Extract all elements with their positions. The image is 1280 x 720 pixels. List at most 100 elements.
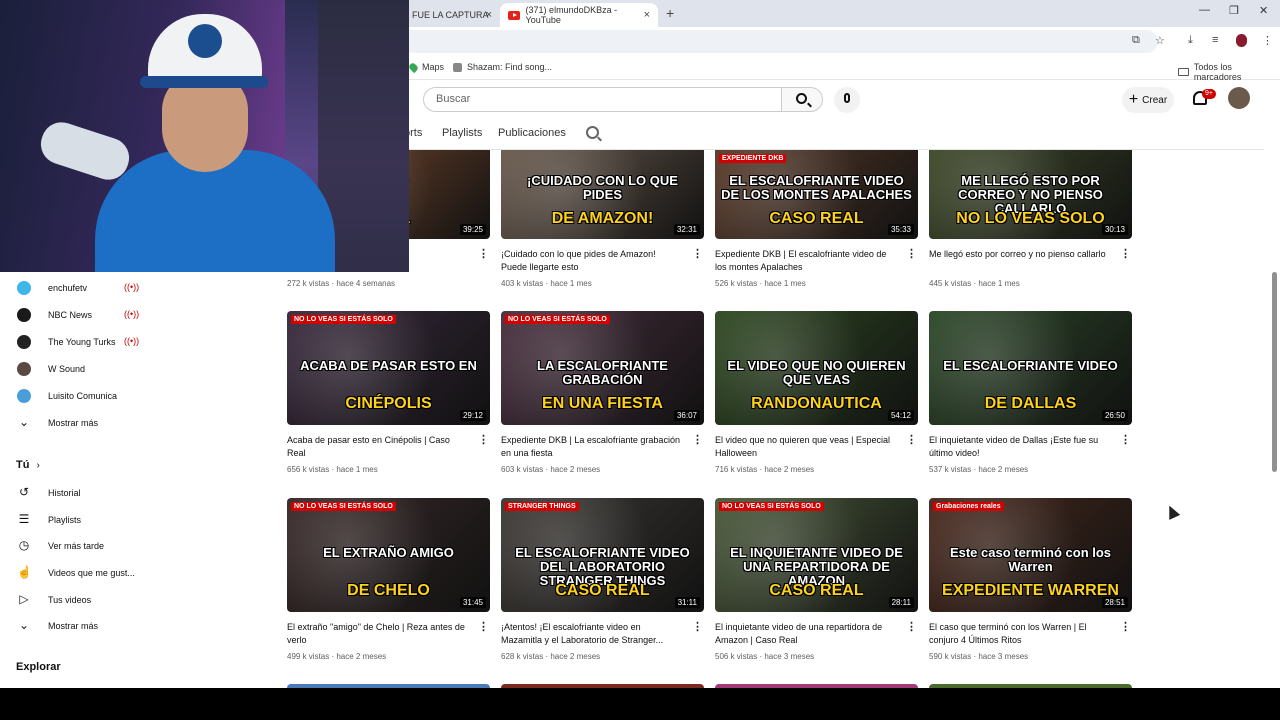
menu-icon[interactable]: ⋮ — [1262, 34, 1273, 47]
more-options-icon[interactable]: ⋮ — [1120, 435, 1131, 446]
minimize-button[interactable]: — — [1199, 4, 1210, 16]
video-meta: 537 k vistas · hace 2 meses — [929, 465, 1029, 474]
subscription-w-sound[interactable]: W Sound — [0, 358, 150, 382]
sidebar-item-your-videos[interactable]: ▷ Tus videos — [0, 589, 150, 613]
video-meta: 499 k vistas · hace 2 meses — [287, 652, 387, 661]
create-button[interactable]: + Crear — [1122, 87, 1174, 113]
media-controls-icon[interactable]: ≡ — [1212, 34, 1218, 46]
video-title[interactable]: El extraño "amigo" de Chelo | Reza antes… — [287, 621, 467, 647]
subscription-nbc-news[interactable]: NBC News ((•)) — [0, 304, 150, 328]
more-options-icon[interactable]: ⋮ — [692, 435, 703, 446]
install-icon[interactable]: ⧉ — [1132, 34, 1140, 47]
channel-avatar — [17, 389, 31, 403]
mouse-cursor-icon — [1163, 503, 1181, 520]
bookmark-label: Maps — [422, 62, 445, 72]
video-thumbnail[interactable]: ME LLEGÓ ESTO POR CORREO Y NO PIENSO CAL… — [929, 150, 1132, 239]
address-bar[interactable] — [380, 30, 1158, 53]
more-options-icon[interactable]: ⋮ — [906, 249, 917, 260]
video-title[interactable]: Me llegó esto por correo y no pienso cal… — [929, 248, 1109, 261]
video-card[interactable]: ME LLEGÓ ESTO POR CORREO Y NO PIENSO CAL… — [929, 125, 1132, 300]
voice-search-button[interactable] — [834, 87, 860, 113]
video-title[interactable]: El video que no quieren que veas | Espec… — [715, 434, 895, 460]
video-title[interactable]: Acaba de pasar esto en Cinépolis | Caso … — [287, 434, 467, 460]
video-card[interactable]: ¡CUIDADO CON LO QUE PIDES DE AMAZON! 32:31… — [501, 125, 704, 300]
video-thumbnail[interactable]: EL VIDEO QUE NO QUIEREN QUE VEAS RANDONAU… — [715, 311, 918, 425]
bottom-letterbox — [0, 688, 1280, 720]
more-options-icon[interactable]: ⋮ — [478, 435, 489, 446]
subscription-label: NBC News — [48, 310, 93, 320]
video-thumbnail[interactable]: STRANGER THINGS EL ESCALOFRIANTE VIDEO DE… — [501, 498, 704, 612]
scrollbar-thumb[interactable] — [1272, 272, 1277, 472]
subscription-enchufetv[interactable]: enchufetv ((•)) — [0, 277, 150, 301]
account-avatar[interactable] — [1228, 87, 1250, 109]
search-button[interactable] — [781, 87, 823, 112]
more-options-icon[interactable]: ⋮ — [692, 622, 703, 633]
video-duration: 31:45 — [459, 597, 486, 608]
profile-icon[interactable] — [1236, 34, 1247, 47]
subscription-luisito[interactable]: Luisito Comunica — [0, 385, 150, 409]
close-window-button[interactable]: ✕ — [1259, 4, 1268, 17]
video-card[interactable]: Grabaciones reales Este caso terminó con … — [929, 498, 1132, 673]
more-options-icon[interactable]: ⋮ — [1120, 622, 1131, 633]
you-section-title[interactable]: Tú › — [16, 459, 40, 471]
webcam-overlay — [0, 0, 409, 272]
webcam-cap-logo — [188, 24, 222, 58]
more-options-icon[interactable]: ⋮ — [478, 622, 489, 633]
bookmark-shazam[interactable]: Shazam: Find song... — [453, 62, 552, 72]
more-options-icon[interactable]: ⋮ — [906, 435, 917, 446]
restore-button[interactable]: ❐ — [1229, 4, 1239, 17]
video-title[interactable]: El caso que terminó con los Warren | El … — [929, 621, 1109, 647]
video-card[interactable]: STRANGER THINGS EL ESCALOFRIANTE VIDEO DE… — [501, 498, 704, 673]
video-card[interactable]: NO LO VEAS SI ESTÁS SOLO LA ESCALOFRIANTE… — [501, 311, 704, 486]
more-options-icon[interactable]: ⋮ — [906, 622, 917, 633]
tab-close-icon[interactable]: × — [486, 9, 492, 21]
liked-icon: ☝ — [17, 565, 32, 579]
tab-close-icon[interactable]: × — [644, 9, 650, 21]
video-title[interactable]: Expediente DKB | El escalofriante video … — [715, 248, 895, 274]
video-card[interactable]: NO LO VEAS SI ESTÁS SOLO EL INQUIETANTE V… — [715, 498, 918, 673]
video-card[interactable]: NO LO VEAS SI ESTÁS SOLO EL EXTRAÑO AMIGO… — [287, 498, 490, 673]
video-title[interactable]: Expediente DKB | La escalofriante grabac… — [501, 434, 681, 460]
browser-tab[interactable]: FUE LA CAPTURA × — [404, 3, 500, 27]
video-thumbnail[interactable]: NO LO VEAS SI ESTÁS SOLO ACABA DE PASAR E… — [287, 311, 490, 425]
video-card[interactable]: EXPEDIENTE DKB EL ESCALOFRIANTE VIDEO DE … — [715, 125, 918, 300]
chevron-down-icon: ⌄ — [18, 415, 30, 429]
video-card[interactable]: NO LO VEAS SI ESTÁS SOLO ACABA DE PASAR E… — [287, 311, 490, 486]
more-options-icon[interactable]: ⋮ — [692, 249, 703, 260]
video-title[interactable]: ¡Cuidado con lo que pides de Amazon! Pue… — [501, 248, 681, 274]
all-bookmarks-folder[interactable]: Todos los marcadores — [1178, 62, 1280, 82]
video-card[interactable]: EL VIDEO QUE NO QUIEREN QUE VEAS RANDONAU… — [715, 311, 918, 486]
new-tab-button[interactable]: + — [666, 5, 674, 21]
video-title[interactable]: ¡Atentos! ¡El escalofriante video en Maz… — [501, 621, 681, 647]
scrollbar[interactable] — [1270, 80, 1280, 688]
video-meta: 403 k vistas · hace 1 mes — [501, 279, 592, 288]
sidebar-item-liked[interactable]: ☝ Videos que me gust... — [0, 562, 150, 586]
sidebar-item-playlists[interactable]: ☰ Playlists — [0, 509, 150, 533]
live-icon: ((•)) — [124, 309, 140, 319]
subscription-young-turks[interactable]: The Young Turks ((•)) — [0, 331, 150, 355]
video-thumbnail[interactable]: EXPEDIENTE DKB EL ESCALOFRIANTE VIDEO DE … — [715, 150, 918, 239]
sidebar-item-label: Historial — [48, 488, 81, 498]
sidebar-item-history[interactable]: ↺ Historial — [0, 482, 150, 506]
show-more-you[interactable]: ⌄ Mostrar más — [0, 615, 150, 639]
video-thumbnail[interactable]: NO LO VEAS SI ESTÁS SOLO EL INQUIETANTE V… — [715, 498, 918, 612]
sidebar-item-watch-later[interactable]: ◷ Ver más tarde — [0, 535, 150, 559]
video-title[interactable]: El inquietante video de una repartidora … — [715, 621, 895, 647]
folder-icon — [1178, 68, 1189, 76]
more-options-icon[interactable]: ⋮ — [1120, 249, 1131, 260]
bookmark-maps[interactable]: Maps — [407, 61, 445, 73]
video-thumbnail[interactable]: Grabaciones reales Este caso terminó con … — [929, 498, 1132, 612]
video-title[interactable]: El inquietante video de Dallas ¡Este fue… — [929, 434, 1109, 460]
video-thumbnail[interactable]: ¡CUIDADO CON LO QUE PIDES DE AMAZON! 32:31 — [501, 150, 704, 239]
video-thumbnail[interactable]: NO LO VEAS SI ESTÁS SOLO EL EXTRAÑO AMIGO… — [287, 498, 490, 612]
video-thumbnail[interactable]: NO LO VEAS SI ESTÁS SOLO LA ESCALOFRIANTE… — [501, 311, 704, 425]
show-more-subscriptions[interactable]: ⌄ Mostrar más — [0, 412, 150, 436]
video-thumbnail[interactable]: EL ESCALOFRIANTE VIDEO DE DALLAS 26:50 — [929, 311, 1132, 425]
video-card[interactable]: EL ESCALOFRIANTE VIDEO DE DALLAS 26:50 El i… — [929, 311, 1132, 486]
screen: FUE LA CAPTURA × (371) elmundoDKBza - Yo… — [0, 0, 1280, 688]
bookmark-star-icon[interactable]: ☆ — [1155, 34, 1165, 47]
search-input[interactable]: Buscar — [423, 87, 781, 112]
download-icon[interactable]: ⤓ — [1188, 34, 1193, 47]
browser-tab-active[interactable]: (371) elmundoDKBza - YouTube × — [500, 3, 658, 27]
more-options-icon[interactable]: ⋮ — [478, 249, 489, 260]
